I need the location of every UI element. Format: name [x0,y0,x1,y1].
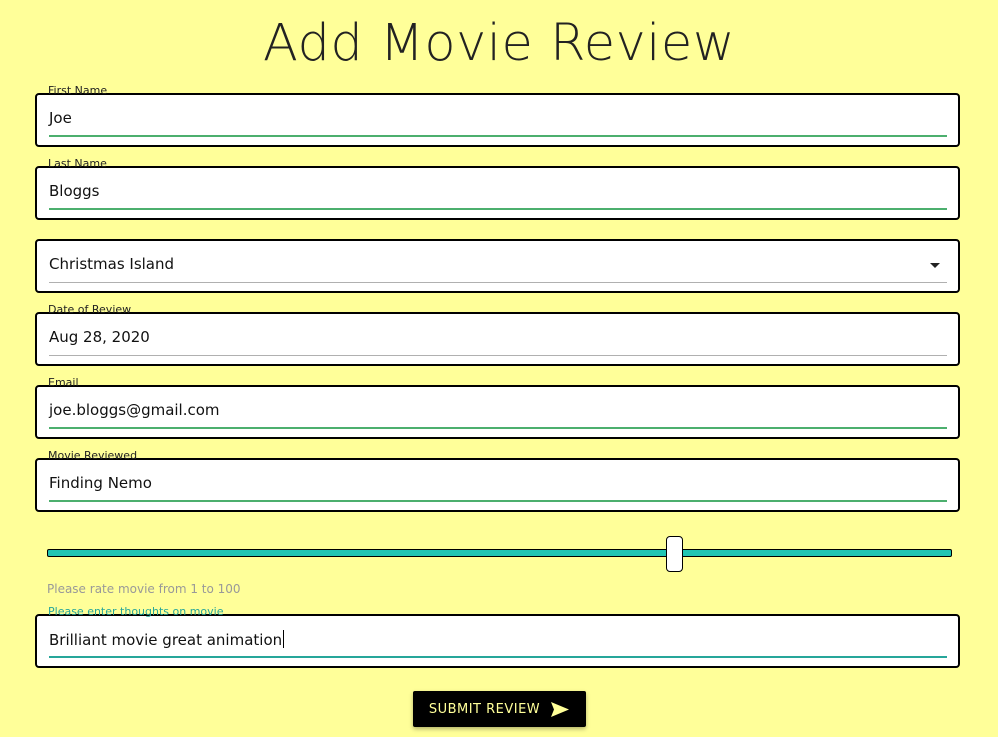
email-underline [49,427,947,429]
rating-help-text: Please rate movie from 1 to 100 [47,582,241,596]
last-name-field[interactable]: Bloggs [35,166,960,220]
country-select[interactable]: Christmas Island [35,239,960,293]
movie-reviewed-label: Movie Reviewed [48,449,138,462]
first-name-value: Joe [49,109,72,127]
first-name-label: First Name [48,84,108,97]
first-name-underline [49,135,947,137]
email-value: joe.bloggs@gmail.com [49,401,220,419]
email-field[interactable]: joe.bloggs@gmail.com [35,385,960,439]
thoughts-value-wrap: Brilliant movie great animation [49,630,285,649]
submit-review-button[interactable]: SUBMIT REVIEW [413,691,586,727]
date-of-review-label: Date of Review [48,303,132,316]
date-of-review-field[interactable]: Aug 28, 2020 [35,312,960,366]
last-name-underline [49,208,947,210]
page-title: Add Movie Review [262,14,736,73]
dropdown-arrow-icon[interactable] [930,263,940,268]
thoughts-field[interactable]: Brilliant movie great animation [35,614,960,668]
rating-slider-thumb[interactable] [665,536,683,572]
country-underline [49,282,947,283]
date-of-review-underline [49,355,947,356]
movie-reviewed-value: Finding Nemo [49,474,152,492]
country-value: Christmas Island [49,255,175,273]
thoughts-underline [49,656,947,658]
last-name-label: Last Name [48,157,107,170]
date-of-review-value: Aug 28, 2020 [49,328,150,346]
first-name-field[interactable]: Joe [35,93,960,147]
email-label: Email [48,376,79,389]
submit-review-label: SUBMIT REVIEW [428,701,541,717]
movie-reviewed-field[interactable]: Finding Nemo [35,458,960,512]
movie-reviewed-underline [49,500,947,502]
last-name-value: Bloggs [49,182,100,200]
thoughts-value: Brilliant movie great animation [49,631,283,649]
rating-slider-track[interactable] [47,549,952,557]
text-caret [283,630,285,648]
thoughts-label: Please enter thoughts on movie [48,605,224,618]
send-icon [550,701,570,718]
